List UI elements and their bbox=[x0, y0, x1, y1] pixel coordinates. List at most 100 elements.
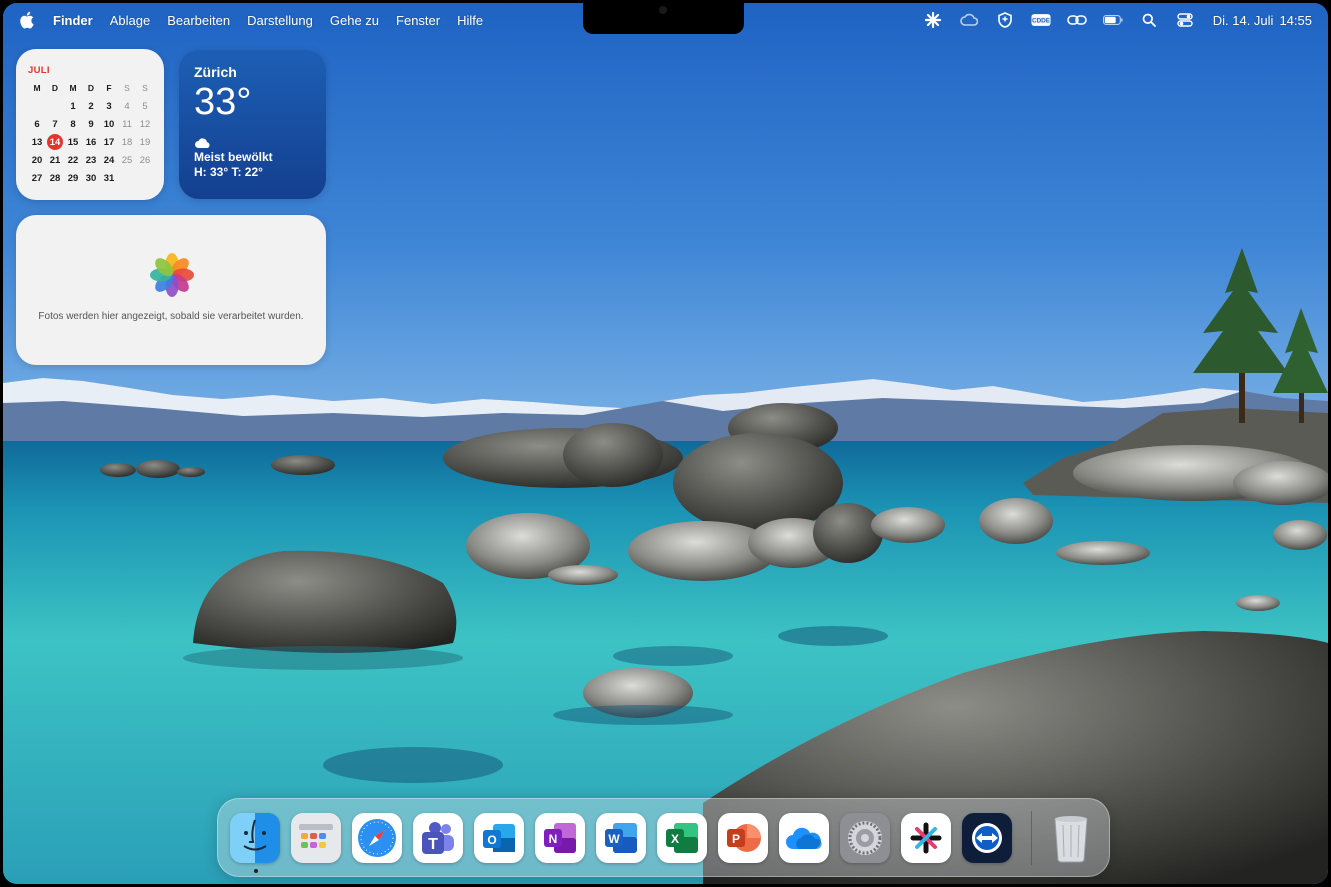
calendar-month: JULI bbox=[28, 65, 50, 76]
calendar-day: 26 bbox=[139, 154, 151, 166]
svg-text:N: N bbox=[549, 832, 558, 846]
calendar-grid: M D M D F S S 1 2 3 4 5 6 7 8 9 10 11 12 13 14 15 16 17 18 19 20 21… bbox=[28, 79, 154, 187]
weather-widget[interactable]: Zürich 33° Meist bewölkt H: 33° T: 22° bbox=[179, 50, 326, 199]
photos-widget[interactable]: Fotos werden hier angezeigt, sobald sie … bbox=[16, 215, 326, 365]
calendar-weekday-header: F bbox=[106, 83, 112, 93]
perplexity-dock-icon[interactable] bbox=[901, 813, 951, 863]
calendar-weekday-header: M bbox=[69, 83, 77, 93]
calendar-day: 16 bbox=[85, 136, 97, 148]
cdde-icon[interactable]: CDDE bbox=[1031, 12, 1051, 28]
menubar-clock[interactable]: Di. 14. Juli 14:55 bbox=[1213, 13, 1312, 28]
menu-darstellung[interactable]: Darstellung bbox=[247, 13, 313, 28]
cloud-icon bbox=[194, 136, 212, 148]
calendar-weekday-header: D bbox=[51, 83, 59, 93]
calendar-day: 12 bbox=[139, 118, 151, 130]
apple-menu-icon[interactable] bbox=[19, 11, 35, 29]
menu-hilfe[interactable]: Hilfe bbox=[457, 13, 483, 28]
calendar-day: 15 bbox=[67, 136, 79, 148]
finder-running-indicator bbox=[254, 869, 258, 873]
menu-bar: Finder Ablage Bearbeiten Darstellung Geh… bbox=[3, 3, 1328, 37]
powerpoint-icon[interactable]: P bbox=[718, 813, 768, 863]
menu-app-name[interactable]: Finder bbox=[53, 13, 93, 28]
svg-text:T: T bbox=[428, 836, 438, 853]
calendar-day: 3 bbox=[106, 100, 112, 112]
calendar-day: 6 bbox=[34, 118, 40, 130]
calendar-day bbox=[28, 97, 46, 115]
launchpad-icon[interactable] bbox=[291, 813, 341, 863]
calendar-day bbox=[136, 169, 154, 187]
calendar-day: 5 bbox=[142, 100, 148, 112]
calendar-day: 25 bbox=[121, 154, 133, 166]
calendar-day: 9 bbox=[88, 118, 94, 130]
weather-city: Zürich bbox=[194, 64, 237, 80]
calendar-day: 20 bbox=[31, 154, 43, 166]
calendar-day: 17 bbox=[103, 136, 115, 148]
photos-message: Fotos werden hier angezeigt, sobald sie … bbox=[38, 311, 304, 322]
calendar-day: 13 bbox=[31, 136, 43, 148]
vpn-shield-icon[interactable] bbox=[995, 12, 1015, 28]
weather-temperature: 33° bbox=[194, 81, 252, 123]
desktop: Finder Ablage Bearbeiten Darstellung Geh… bbox=[3, 3, 1328, 884]
calendar-day: 27 bbox=[31, 172, 43, 184]
search-icon[interactable] bbox=[1139, 12, 1159, 28]
calendar-day: 18 bbox=[121, 136, 133, 148]
safari-icon[interactable] bbox=[352, 813, 402, 863]
calendar-day: 11 bbox=[122, 118, 132, 130]
calendar-day: 7 bbox=[52, 118, 58, 130]
calendar-day: 4 bbox=[124, 100, 130, 112]
battery-icon[interactable] bbox=[1102, 12, 1123, 28]
calendar-day: 24 bbox=[103, 154, 115, 166]
onedrive-icon[interactable] bbox=[779, 813, 829, 863]
svg-text:O: O bbox=[487, 833, 496, 847]
calendar-day: 29 bbox=[67, 172, 79, 184]
calendar-day: 19 bbox=[139, 136, 151, 148]
link-icon[interactable] bbox=[1066, 12, 1087, 28]
control-center-icon[interactable] bbox=[1175, 12, 1195, 28]
calendar-weekday-header: S bbox=[142, 83, 148, 93]
system-settings-icon[interactable] bbox=[840, 813, 890, 863]
calendar-day: 22 bbox=[67, 154, 79, 166]
onenote-icon[interactable]: N bbox=[535, 813, 585, 863]
weather-high-low: H: 33° T: 22° bbox=[194, 165, 263, 179]
calendar-day: 21 bbox=[49, 154, 61, 166]
calendar-day bbox=[118, 169, 136, 187]
dock: T O N W X P bbox=[217, 798, 1110, 877]
calendar-day-today: 14 bbox=[47, 134, 63, 150]
menu-fenster[interactable]: Fenster bbox=[396, 13, 440, 28]
word-icon[interactable]: W bbox=[596, 813, 646, 863]
teams-icon[interactable]: T bbox=[413, 813, 463, 863]
clock-date: Di. 14. Juli bbox=[1212, 12, 1274, 28]
calendar-day: 31 bbox=[103, 172, 115, 184]
outlook-icon[interactable]: O bbox=[474, 813, 524, 863]
menu-gehe-zu[interactable]: Gehe zu bbox=[330, 13, 379, 28]
calendar-day: 23 bbox=[85, 154, 97, 166]
excel-icon[interactable]: X bbox=[657, 813, 707, 863]
calendar-widget[interactable]: JULI M D M D F S S 1 2 3 4 5 6 7 8 9 10 11 12 13 14 15 16 17 18 1… bbox=[16, 49, 164, 200]
calendar-day bbox=[46, 97, 64, 115]
calendar-day: 28 bbox=[49, 172, 61, 184]
teamviewer-icon[interactable] bbox=[962, 813, 1012, 863]
finder-icon[interactable] bbox=[230, 813, 280, 863]
calendar-weekday-header: D bbox=[87, 83, 95, 93]
trash-icon[interactable] bbox=[1046, 813, 1096, 863]
svg-text:W: W bbox=[608, 832, 620, 846]
clock-time: 14:55 bbox=[1279, 12, 1312, 28]
perplexity-icon[interactable] bbox=[923, 12, 943, 28]
calendar-weekday-header: M bbox=[33, 83, 41, 93]
menu-bearbeiten[interactable]: Bearbeiten bbox=[167, 13, 230, 28]
calendar-day: 30 bbox=[85, 172, 97, 184]
svg-text:P: P bbox=[732, 832, 740, 846]
creative-cloud-icon[interactable] bbox=[959, 12, 979, 28]
calendar-day: 1 bbox=[70, 100, 76, 112]
svg-text:CDDE: CDDE bbox=[1032, 18, 1050, 25]
camera-notch bbox=[583, 3, 744, 34]
calendar-day: 2 bbox=[88, 100, 94, 112]
weather-condition: Meist bewölkt bbox=[194, 150, 273, 164]
calendar-weekday-header: S bbox=[124, 83, 130, 93]
photos-icon bbox=[148, 251, 196, 299]
calendar-day: 8 bbox=[70, 118, 76, 130]
calendar-day: 10 bbox=[103, 118, 115, 130]
dock-separator bbox=[1031, 811, 1032, 865]
menu-ablage[interactable]: Ablage bbox=[110, 13, 150, 28]
svg-text:X: X bbox=[671, 832, 679, 846]
